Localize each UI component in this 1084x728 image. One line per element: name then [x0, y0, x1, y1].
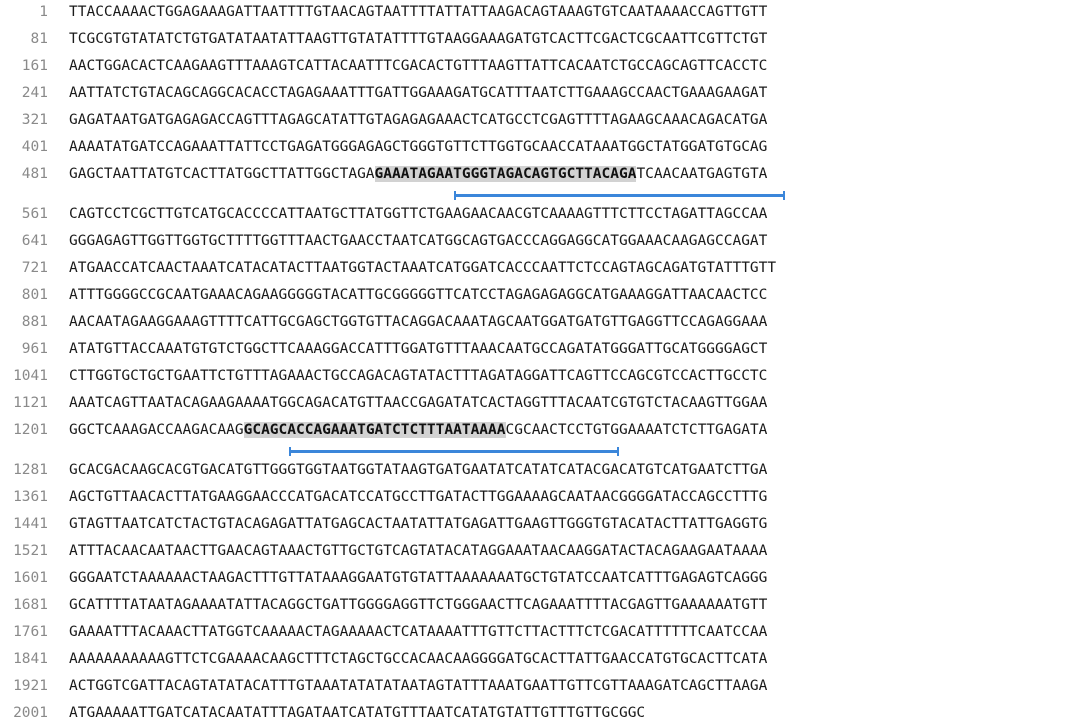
primer-annotation-line[interactable]	[289, 447, 619, 456]
position-number: 241	[21, 85, 48, 101]
sequence-row: 1841 AAAAAAAAAAAGTTCTCGAAAACAAGCTTTCTAGCT…	[0, 647, 1084, 669]
primer-annotation-line[interactable]	[454, 191, 785, 200]
sequence-row: 1 TTACCAAAACTGGAGAAAGATTAATTTTGTAACAGTAAT…	[0, 0, 1084, 22]
sequence-row: 561 CAGTCCTCGCTTGTCATGCACCCCATTAATGCTTATG…	[0, 202, 1084, 224]
sequence-segment: GAGCTAATTATGTCACTTATGGCTTATTGGCTAGA	[69, 166, 375, 182]
position-number: 1121	[13, 395, 48, 411]
sequence-row: 1361 AGCTGTTAACACTTATGAAGGAACCCATGACATCCA…	[0, 485, 1084, 507]
sequence-text: ATGAAAAATTGATCATACAATATTTAGATAATCATATGTT…	[69, 705, 646, 721]
position-number: 721	[21, 260, 48, 276]
highlighted-primer-sequence[interactable]: GCAGCACCAGAAATGATCTCTTTAATAAAA	[243, 422, 506, 438]
sequence-text: GCACGACAAGCACGTGACATGTTGGGTGGTAATGGTATAA…	[69, 462, 768, 478]
sequence-row: 1121 AAATCAGTTAATACAGAAGAAAATGGCAGACATGTT…	[0, 391, 1084, 413]
position-number: 321	[21, 112, 48, 128]
sequence-text: AACAATAGAAGGAAAGTTTTCATTGCGAGCTGGTGTTACA…	[69, 314, 768, 330]
sequence-segment: TCAACAATGAGTGTA	[636, 166, 768, 182]
sequence-row: 1601 GGGAATCTAAAAAACTAAGACTTTGTTATAAAGGAA…	[0, 566, 1084, 588]
position-number: 1041	[13, 368, 48, 384]
position-number: 801	[21, 287, 48, 303]
sequence-text: ATGAACCATCAACTAAATCATACATACTTAATGGTACTAA…	[69, 260, 777, 276]
sequence-text: GCATTTTATAATAGAAAATATTACAGGCTGATTGGGGAGG…	[69, 597, 768, 613]
sequence-text: GAGCTAATTATGTCACTTATGGCTTATTGGCTAGAGAAAT…	[69, 166, 767, 182]
sequence-row: 401 AAAATATGATCCAGAAATTATTCCTGAGATGGGAGAG…	[0, 135, 1084, 157]
sequence-text: AAATCAGTTAATACAGAAGAAAATGGCAGACATGTTAACC…	[69, 395, 768, 411]
sequence-text: AATTATCTGTACAGCAGGCACACCTAGAGAAATTTGATTG…	[69, 85, 768, 101]
sequence-row: 321 GAGATAATGATGAGAGACCAGTTTAGAGCATATTGTA…	[0, 108, 1084, 130]
sequence-text: ACTGGTCGATTACAGTATATACATTTGTAAATATATATAA…	[69, 678, 768, 694]
sequence-text: AACTGGACACTCAAGAAGTTTAAAGTCATTACAATTTCGA…	[69, 58, 768, 74]
sequence-row: 2001 ATGAAAAATTGATCATACAATATTTAGATAATCATA…	[0, 701, 1084, 723]
sequence-text: GAAAATTTACAAACTTATGGTCAAAAACTAGAAAAACTCA…	[69, 624, 768, 640]
sequence-row: 641 GGGAGAGTTGGTTGGTGCTTTTGGTTTAACTGAACCT…	[0, 229, 1084, 251]
position-number: 481	[21, 166, 48, 182]
sequence-viewer: 1 TTACCAAAACTGGAGAAAGATTAATTTTGTAACAGTAAT…	[0, 0, 1084, 728]
sequence-text: TCGCGTGTATATCTGTGATATAATATTAAGTTGTATATTT…	[69, 31, 768, 47]
position-number: 1361	[13, 489, 48, 505]
sequence-text: GGGAATCTAAAAAACTAAGACTTTGTTATAAAGGAATGTG…	[69, 570, 768, 586]
sequence-row: 881 AACAATAGAAGGAAAGTTTTCATTGCGAGCTGGTGTT…	[0, 310, 1084, 332]
sequence-row: 81 TCGCGTGTATATCTGTGATATAATATTAAGTTGTATAT…	[0, 27, 1084, 49]
sequence-text: TTACCAAAACTGGAGAAAGATTAATTTTGTAACAGTAATT…	[69, 4, 768, 20]
position-number: 1521	[13, 543, 48, 559]
sequence-row: 1681 GCATTTTATAATAGAAAATATTACAGGCTGATTGGG…	[0, 593, 1084, 615]
sequence-text: ATATGTTACCAAATGTGTCTGGCTTCAAAGGACCATTTGG…	[69, 341, 768, 357]
sequence-row: 481 GAGCTAATTATGTCACTTATGGCTTATTGGCTAGAGA…	[0, 162, 1084, 184]
sequence-text: AAAATATGATCCAGAAATTATTCCTGAGATGGGAGAGCTG…	[69, 139, 768, 155]
sequence-text: GGGAGAGTTGGTTGGTGCTTTTGGTTTAACTGAACCTAAT…	[69, 233, 768, 249]
position-number: 1761	[13, 624, 48, 640]
position-number: 1681	[13, 597, 48, 613]
position-number: 401	[21, 139, 48, 155]
sequence-text: GGCTCAAAGACCAAGACAAGGCAGCACCAGAAATGATCTC…	[69, 422, 767, 438]
sequence-segment: GGCTCAAAGACCAAGACAAG	[69, 422, 244, 438]
sequence-row: 961 ATATGTTACCAAATGTGTCTGGCTTCAAAGGACCATT…	[0, 337, 1084, 359]
sequence-segment: CGCAACTCCTGTGGAAAATCTCTTGAGATA	[505, 422, 768, 438]
position-number: 1441	[13, 516, 48, 532]
sequence-row: 1041 CTTGGTGCTGCTGAATTCTGTTTAGAAACTGCCAGA…	[0, 364, 1084, 386]
sequence-row: 1201 GGCTCAAAGACCAAGACAAGGCAGCACCAGAAATGA…	[0, 418, 1084, 440]
sequence-text: AGCTGTTAACACTTATGAAGGAACCCATGACATCCATGCC…	[69, 489, 768, 505]
position-number: 641	[21, 233, 48, 249]
position-number: 1201	[13, 422, 48, 438]
sequence-text: ATTTACAACAATAACTTGAACAGTAAACTGTTGCTGTCAG…	[69, 543, 768, 559]
position-number: 1	[39, 4, 48, 20]
position-number: 881	[21, 314, 48, 330]
sequence-text: GTAGTTAATCATCTACTGTACAGAGATTATGAGCACTAAT…	[69, 516, 768, 532]
position-number: 961	[21, 341, 48, 357]
sequence-row: 161 AACTGGACACTCAAGAAGTTTAAAGTCATTACAATTT…	[0, 54, 1084, 76]
position-number: 1601	[13, 570, 48, 586]
sequence-text: ATTTGGGGCCGCAATGAAACAGAAGGGGGTACATTGCGGG…	[69, 287, 768, 303]
position-number: 2001	[13, 705, 48, 721]
sequence-row: 721 ATGAACCATCAACTAAATCATACATACTTAATGGTAC…	[0, 256, 1084, 278]
sequence-row: 801 ATTTGGGGCCGCAATGAAACAGAAGGGGGTACATTGC…	[0, 283, 1084, 305]
sequence-text: CTTGGTGCTGCTGAATTCTGTTTAGAAACTGCCAGACAGT…	[69, 368, 768, 384]
position-number: 1281	[13, 462, 48, 478]
sequence-text: AAAAAAAAAAAGTTCTCGAAAACAAGCTTTCTAGCTGCCA…	[69, 651, 768, 667]
sequence-row: 241 AATTATCTGTACAGCAGGCACACCTAGAGAAATTTGA…	[0, 81, 1084, 103]
sequence-text: GAGATAATGATGAGAGACCAGTTTAGAGCATATTGTAGAG…	[69, 112, 768, 128]
sequence-text: CAGTCCTCGCTTGTCATGCACCCCATTAATGCTTATGGTT…	[69, 206, 768, 222]
position-number: 161	[21, 58, 48, 74]
sequence-row: 1921 ACTGGTCGATTACAGTATATACATTTGTAAATATAT…	[0, 674, 1084, 696]
position-number: 1841	[13, 651, 48, 667]
sequence-row: 1281 GCACGACAAGCACGTGACATGTTGGGTGGTAATGGT…	[0, 458, 1084, 480]
position-number: 81	[30, 31, 48, 47]
sequence-row: 1521 ATTTACAACAATAACTTGAACAGTAAACTGTTGCTG…	[0, 539, 1084, 561]
highlighted-primer-sequence[interactable]: GAAATAGAATGGGTAGACAGTGCTTACAGA	[374, 166, 637, 182]
position-number: 561	[21, 206, 48, 222]
sequence-row: 1441 GTAGTTAATCATCTACTGTACAGAGATTATGAGCAC…	[0, 512, 1084, 534]
sequence-row: 1761 GAAAATTTACAAACTTATGGTCAAAAACTAGAAAAA…	[0, 620, 1084, 642]
position-number: 1921	[13, 678, 48, 694]
